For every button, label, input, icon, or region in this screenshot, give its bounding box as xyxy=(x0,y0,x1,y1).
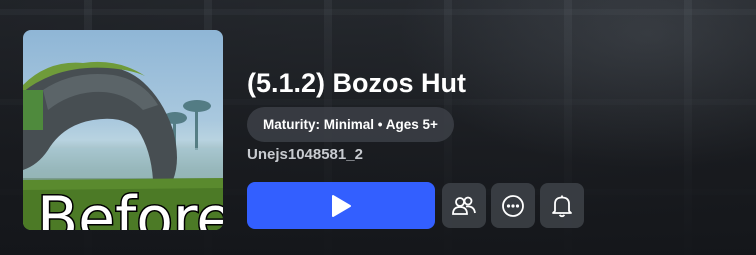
bell-icon xyxy=(552,195,572,217)
more-options-button[interactable] xyxy=(491,183,535,228)
play-button[interactable] xyxy=(247,182,435,229)
game-thumbnail[interactable]: Before xyxy=(23,30,223,230)
more-options-icon xyxy=(502,194,524,217)
maturity-badge: Maturity: Minimal • Ages 5+ xyxy=(247,107,454,142)
creator-name[interactable]: Unejs1048581_2 xyxy=(247,146,363,163)
notify-button[interactable] xyxy=(540,183,584,228)
maturity-label: Maturity: Minimal • Ages 5+ xyxy=(263,117,438,132)
friends-button[interactable] xyxy=(442,183,486,228)
play-icon xyxy=(332,194,351,217)
thumbnail-caption: Before xyxy=(35,183,223,231)
friends-icon xyxy=(452,196,476,215)
game-title: (5.1.2) Bozos Hut xyxy=(247,68,467,98)
